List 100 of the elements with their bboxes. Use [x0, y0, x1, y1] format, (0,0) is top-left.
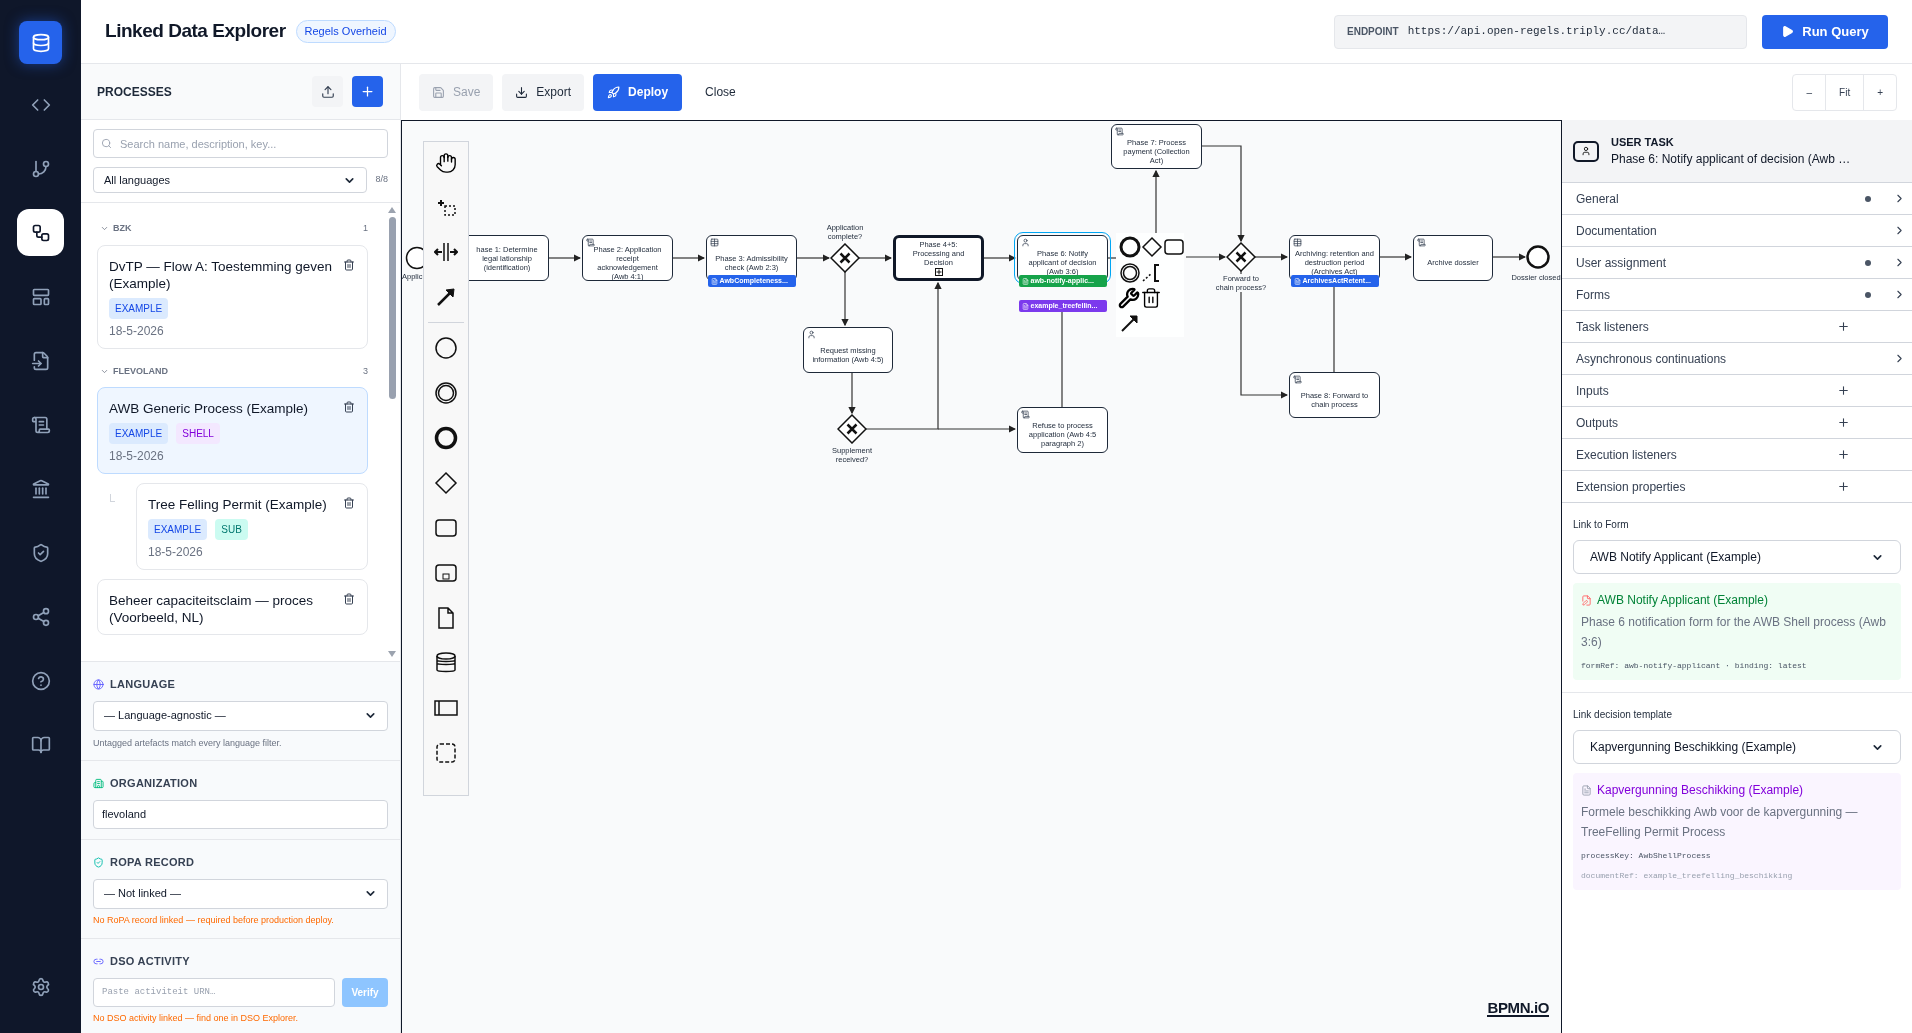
- plus-icon[interactable]: [1837, 384, 1850, 397]
- script-icon: [586, 238, 595, 247]
- settings-icon: [30, 976, 51, 997]
- element-type: USER TASK: [1611, 134, 1675, 150]
- process-title: Beheer capaciteitsclaim — proces (Voorbeeld, NL): [109, 592, 315, 626]
- urn-field[interactable]: Paste activiteit URN…: [93, 977, 335, 1007]
- rocket-icon: [607, 85, 621, 99]
- delete-button[interactable]: [343, 401, 355, 413]
- plus-icon[interactable]: [1837, 416, 1850, 429]
- intermediate-event-icon[interactable]: [1118, 261, 1142, 285]
- bank-icon: [30, 478, 51, 499]
- property-group[interactable]: Documentation: [1562, 215, 1912, 247]
- group-label: Documentation: [1576, 222, 1658, 240]
- hand-tool-icon[interactable]: [435, 152, 457, 174]
- group-label: User assignment: [1576, 254, 1668, 272]
- element-name: Phase 6: Notify applicant of decision (Awb …: [1611, 151, 1851, 169]
- property-group[interactable]: Extension properties: [1562, 471, 1912, 503]
- run-query-button[interactable]: Run Query: [1762, 14, 1888, 49]
- scrollbar[interactable]: [388, 207, 396, 657]
- language-filter[interactable]: All languages: [93, 167, 368, 193]
- field-label: Link decision template: [1573, 708, 1673, 722]
- file-import-icon: [30, 350, 51, 371]
- group-name: FLEVOLAND: [113, 364, 169, 378]
- zoom-button[interactable]: +: [1863, 74, 1896, 110]
- property-group[interactable]: User assignment: [1562, 247, 1912, 279]
- document-icon: [710, 277, 718, 285]
- scroll-thumb[interactable]: [388, 217, 396, 399]
- process-tag: EXAMPLE: [109, 423, 169, 444]
- subprocess-icon[interactable]: [434, 561, 458, 585]
- group-count: 3: [363, 364, 368, 378]
- process-card[interactable]: Beheer capaciteitsclaim — proces (Voorbeeld, NL): [97, 579, 368, 635]
- globe-icon: [93, 678, 104, 690]
- group-icon[interactable]: [434, 741, 458, 765]
- trash-icon: [343, 258, 355, 271]
- plus-icon[interactable]: [1837, 480, 1850, 493]
- export-button[interactable]: Export: [502, 73, 585, 111]
- plus-icon[interactable]: [1837, 320, 1850, 333]
- user-icon: [1021, 238, 1030, 247]
- property-group[interactable]: Execution listeners: [1562, 439, 1912, 471]
- search-field[interactable]: Search name, description, key...: [93, 129, 388, 158]
- ropa-select[interactable]: — Not linked —: [93, 878, 388, 909]
- task-icon[interactable]: [434, 516, 458, 540]
- add-button[interactable]: [352, 76, 383, 107]
- end-event-icon[interactable]: [434, 426, 458, 450]
- property-group[interactable]: Outputs: [1562, 407, 1912, 439]
- share-icon: [30, 606, 51, 627]
- process-card[interactable]: DvTP — Flow A: Toestemming geven (Example) EXAMPLE 18-5-2026: [97, 244, 368, 349]
- workflow-icon: [30, 222, 51, 243]
- zoom-button[interactable]: Fit: [1825, 74, 1864, 110]
- start-event-icon[interactable]: [434, 336, 458, 360]
- close-button[interactable]: Close: [691, 73, 750, 111]
- gateway-icon[interactable]: [1140, 235, 1164, 259]
- help-icon: [30, 670, 51, 691]
- user-icon: [1581, 146, 1591, 156]
- panel-title: PROCESSES: [97, 83, 173, 101]
- card-title: Kapvergunning Beschikking (Example): [1597, 782, 1804, 799]
- card-description: Formele beschikking Awb voor de kapvergunning — TreeFelling Permit Process: [1581, 804, 1859, 841]
- link-select[interactable]: AWB Notify Applicant (Example): [1573, 540, 1901, 574]
- nav-button[interactable]: [17, 209, 64, 256]
- table-icon: [1293, 238, 1302, 247]
- document-icon: [1293, 277, 1301, 285]
- delete-button[interactable]: [343, 593, 355, 605]
- link-select[interactable]: Kapvergunning Beschikking (Example): [1573, 730, 1901, 764]
- process-card[interactable]: AWB Generic Process (Example) EXAMPLE SHELL 18-5-2026: [97, 387, 368, 474]
- property-group[interactable]: Task listeners: [1562, 311, 1912, 343]
- zoom-button[interactable]: –: [1793, 74, 1826, 110]
- script-icon: [1417, 238, 1426, 247]
- tree-connector: [110, 494, 115, 502]
- space-tool-icon[interactable]: [434, 240, 458, 264]
- end-event-icon[interactable]: [1118, 235, 1142, 259]
- delete-button[interactable]: [343, 258, 355, 271]
- organization-field[interactable]: flevoland: [93, 799, 388, 829]
- card-description: Phase 6 notification form for the AWB Shell process (Awb 3:6): [1581, 614, 1887, 651]
- trash-icon: [343, 401, 355, 413]
- deploy-button[interactable]: Deploy: [593, 73, 683, 111]
- property-group[interactable]: Asynchronous continuations: [1562, 343, 1912, 375]
- endpoint-field[interactable]: ENDPOINT https://api.open-regels.triply.cc/data…: [1334, 14, 1747, 49]
- search-icon: [101, 138, 112, 149]
- delete-button[interactable]: [343, 497, 355, 509]
- plus-icon: [360, 84, 375, 99]
- building-icon: [93, 777, 104, 789]
- bpmn-logo: BPMN.iO: [1487, 1000, 1549, 1017]
- gateway-icon[interactable]: [434, 471, 458, 495]
- process-card[interactable]: Tree Felling Permit (Example) EXAMPLE SUB 18-5-2026: [136, 483, 368, 570]
- document-icon: [1581, 784, 1592, 796]
- property-group[interactable]: Forms: [1562, 279, 1912, 311]
- wrench-icon[interactable]: [1118, 287, 1140, 309]
- section-label: LANGUAGE: [110, 677, 176, 692]
- trash-icon[interactable]: [1140, 287, 1162, 309]
- language-select[interactable]: — Language-agnostic —: [93, 700, 388, 731]
- upload-button[interactable]: [312, 76, 343, 107]
- card-meta: processKey: AwbShellProcess: [1581, 850, 1712, 862]
- group-label: Extension properties: [1576, 478, 1687, 496]
- data-store-icon[interactable]: [434, 651, 458, 675]
- property-group[interactable]: General: [1562, 183, 1912, 215]
- intermediate-event-icon[interactable]: [434, 381, 458, 405]
- plus-icon[interactable]: [1837, 448, 1850, 461]
- group-count: 1: [363, 222, 368, 235]
- process-title: DvTP — Flow A: Toestemming geven (Example): [109, 257, 334, 292]
- property-group[interactable]: Inputs: [1562, 375, 1912, 407]
